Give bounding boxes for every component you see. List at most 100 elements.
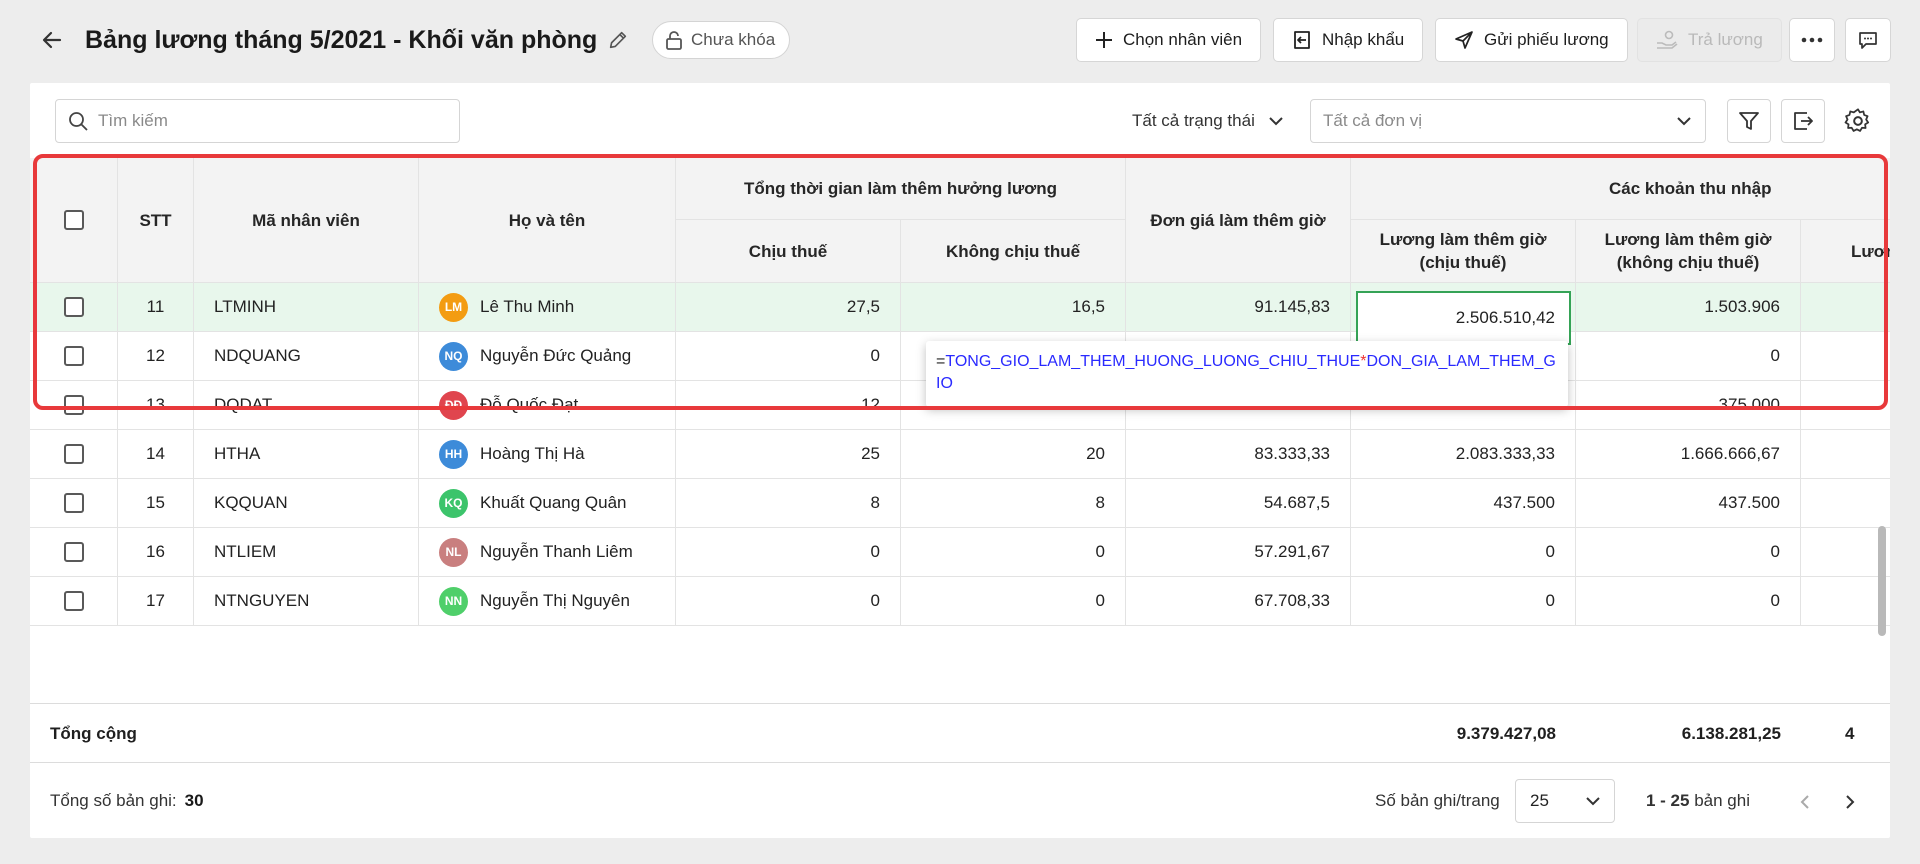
cell-ot-pay-taxable[interactable]: 437.500: [1351, 479, 1576, 528]
header-overtime-rate[interactable]: Đơn giá làm thêm giờ: [1126, 158, 1351, 283]
row-checkbox[interactable]: [63, 297, 84, 317]
cell-next-column[interactable]: [1801, 577, 1890, 626]
choose-employee-button[interactable]: Chọn nhân viên: [1076, 18, 1262, 62]
cell-full-name[interactable]: NN Nguyễn Thị Nguyên: [419, 577, 676, 626]
cell-overtime-rate[interactable]: 57.291,67: [1126, 528, 1351, 577]
cell-ot-pay-non-taxable[interactable]: 0: [1576, 528, 1801, 577]
per-page-select[interactable]: 25: [1515, 779, 1615, 823]
cell-taxable[interactable]: 0: [676, 528, 901, 577]
cell-stt[interactable]: 14: [118, 430, 194, 479]
header-ot-pay-taxable[interactable]: Lương làm thêm giờ (chịu thuế): [1351, 220, 1576, 283]
row-checkbox-cell[interactable]: [30, 577, 118, 626]
row-checkbox[interactable]: [63, 591, 84, 611]
header-taxable[interactable]: Chịu thuế: [676, 220, 901, 283]
cell-employee-code[interactable]: NTNGUYEN: [194, 577, 419, 626]
cell-employee-code[interactable]: LTMINH: [194, 283, 419, 332]
cell-overtime-rate[interactable]: 67.708,33: [1126, 577, 1351, 626]
next-page-button[interactable]: [1835, 787, 1865, 817]
cell-ot-pay-non-taxable[interactable]: 437.500: [1576, 479, 1801, 528]
cell-taxable[interactable]: 12: [676, 381, 901, 430]
cell-taxable[interactable]: 0: [676, 577, 901, 626]
cell-taxable[interactable]: 25: [676, 430, 901, 479]
cell-full-name[interactable]: ĐĐ Đỗ Quốc Đạt: [419, 381, 676, 430]
cell-non-taxable[interactable]: 8: [901, 479, 1126, 528]
row-checkbox[interactable]: [63, 346, 84, 366]
cell-stt[interactable]: 12: [118, 332, 194, 381]
cell-next-column[interactable]: [1801, 283, 1890, 332]
row-checkbox[interactable]: [63, 395, 84, 415]
cell-ot-pay-taxable[interactable]: 0: [1351, 577, 1576, 626]
cell-next-column[interactable]: [1801, 381, 1890, 430]
row-checkbox-cell[interactable]: [30, 283, 118, 332]
pay-salary-button[interactable]: Trả lương: [1637, 18, 1782, 62]
settings-button[interactable]: [1840, 103, 1876, 139]
row-checkbox-cell[interactable]: [30, 479, 118, 528]
row-checkbox-cell[interactable]: [30, 381, 118, 430]
cell-stt[interactable]: 13: [118, 381, 194, 430]
cell-non-taxable[interactable]: 0: [901, 577, 1126, 626]
row-checkbox-cell[interactable]: [30, 430, 118, 479]
header-non-taxable[interactable]: Không chịu thuế: [901, 220, 1126, 283]
cell-taxable[interactable]: 27,5: [676, 283, 901, 332]
cell-overtime-rate[interactable]: 83.333,33: [1126, 430, 1351, 479]
cell-full-name[interactable]: HH Hoàng Thị Hà: [419, 430, 676, 479]
prev-page-button[interactable]: [1790, 787, 1820, 817]
cell-next-column[interactable]: [1801, 528, 1890, 577]
cell-full-name[interactable]: LM Lê Thu Minh: [419, 283, 676, 332]
vertical-scrollbar[interactable]: [1878, 526, 1886, 636]
import-button[interactable]: Nhập khẩu: [1273, 18, 1424, 62]
cell-non-taxable[interactable]: 16,5: [901, 283, 1126, 332]
row-checkbox[interactable]: [63, 444, 84, 464]
header-next-column[interactable]: Lương: [1801, 220, 1890, 283]
cell-stt[interactable]: 16: [118, 528, 194, 577]
search-input[interactable]: [98, 111, 438, 131]
cell-ot-pay-non-taxable[interactable]: 0: [1576, 332, 1801, 381]
cell-non-taxable[interactable]: 20: [901, 430, 1126, 479]
row-checkbox[interactable]: [63, 493, 84, 513]
back-arrow-icon[interactable]: [38, 26, 66, 54]
cell-non-taxable[interactable]: 0: [901, 528, 1126, 577]
cell-ot-pay-non-taxable[interactable]: 0: [1576, 577, 1801, 626]
row-checkbox[interactable]: [63, 542, 84, 562]
formula-edit-cell[interactable]: 2.506.510,42: [1356, 291, 1571, 345]
header-employee-code[interactable]: Mã nhân viên: [194, 158, 419, 283]
filter-button[interactable]: [1727, 99, 1771, 143]
cell-taxable[interactable]: 8: [676, 479, 901, 528]
header-full-name[interactable]: Họ và tên: [419, 158, 676, 283]
cell-full-name[interactable]: NQ Nguyễn Đức Quảng: [419, 332, 676, 381]
cell-full-name[interactable]: NL Nguyễn Thanh Liêm: [419, 528, 676, 577]
select-all-checkbox[interactable]: [63, 210, 84, 230]
cell-employee-code[interactable]: HTHA: [194, 430, 419, 479]
more-options-button[interactable]: [1789, 18, 1835, 62]
row-checkbox-cell[interactable]: [30, 332, 118, 381]
send-payslip-button[interactable]: Gửi phiếu lương: [1435, 18, 1628, 62]
cell-employee-code[interactable]: KQQUAN: [194, 479, 419, 528]
cell-next-column[interactable]: [1801, 332, 1890, 381]
cell-stt[interactable]: 15: [118, 479, 194, 528]
unit-filter-dropdown[interactable]: Tất cả đơn vị: [1310, 99, 1706, 143]
edit-pencil-icon[interactable]: [604, 26, 632, 54]
cell-overtime-rate[interactable]: 91.145,83: [1126, 283, 1351, 332]
export-button[interactable]: [1781, 99, 1825, 143]
cell-taxable[interactable]: 0: [676, 332, 901, 381]
cell-stt[interactable]: 11: [118, 283, 194, 332]
header-stt[interactable]: STT: [118, 158, 194, 283]
lock-status-chip[interactable]: Chưa khóa: [652, 21, 791, 59]
status-filter-dropdown[interactable]: Tất cả trạng thái: [1132, 99, 1283, 143]
cell-next-column[interactable]: [1801, 430, 1890, 479]
cell-employee-code[interactable]: DQDAT: [194, 381, 419, 430]
cell-ot-pay-taxable[interactable]: 0: [1351, 528, 1576, 577]
cell-ot-pay-non-taxable[interactable]: 375.000: [1576, 381, 1801, 430]
cell-overtime-rate[interactable]: 54.687,5: [1126, 479, 1351, 528]
cell-stt[interactable]: 17: [118, 577, 194, 626]
header-ot-pay-non-taxable[interactable]: Lương làm thêm giờ (không chịu thuế): [1576, 220, 1801, 283]
cell-ot-pay-non-taxable[interactable]: 1.503.906: [1576, 283, 1801, 332]
cell-ot-pay-taxable[interactable]: 2.083.333,33: [1351, 430, 1576, 479]
cell-ot-pay-non-taxable[interactable]: 1.666.666,67: [1576, 430, 1801, 479]
cell-next-column[interactable]: [1801, 479, 1890, 528]
cell-full-name[interactable]: KQ Khuất Quang Quân: [419, 479, 676, 528]
cell-employee-code[interactable]: NDQUANG: [194, 332, 419, 381]
row-checkbox-cell[interactable]: [30, 528, 118, 577]
cell-employee-code[interactable]: NTLIEM: [194, 528, 419, 577]
comment-button[interactable]: [1845, 18, 1891, 62]
